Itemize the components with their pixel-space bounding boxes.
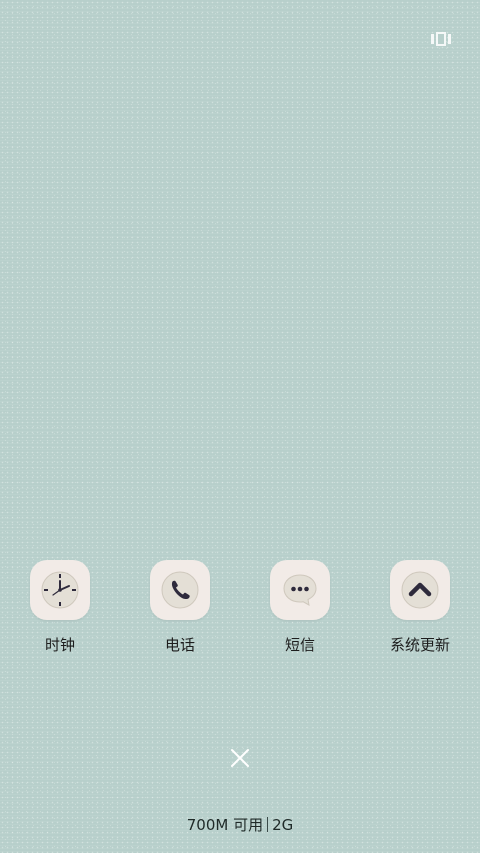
memory-available: 700M 可用 <box>186 816 264 834</box>
app-label: 系统更新 <box>389 636 450 654</box>
memory-info: 700M 可用 2G <box>0 816 480 834</box>
recent-app-phone[interactable]: 电话 <box>125 560 235 654</box>
recent-app-clock[interactable]: 时钟 <box>5 560 115 654</box>
recents-layout-button[interactable] <box>428 28 454 50</box>
clear-all-button[interactable] <box>228 746 252 770</box>
close-icon <box>231 749 249 767</box>
app-label: 电话 <box>164 636 195 654</box>
clock-icon <box>30 560 90 620</box>
recent-apps-row: 时钟 电话 短信 系统更新 <box>0 560 480 670</box>
recent-app-messages[interactable]: 短信 <box>245 560 355 654</box>
recent-app-system-update[interactable]: 系统更新 <box>365 560 475 654</box>
memory-total: 2G <box>272 816 294 834</box>
recents-layout-icon <box>431 32 451 46</box>
phone-icon <box>150 560 210 620</box>
system-update-icon <box>390 560 450 620</box>
app-label: 短信 <box>284 636 315 654</box>
memory-divider <box>267 817 269 832</box>
app-label: 时钟 <box>44 636 75 654</box>
message-icon <box>270 560 330 620</box>
